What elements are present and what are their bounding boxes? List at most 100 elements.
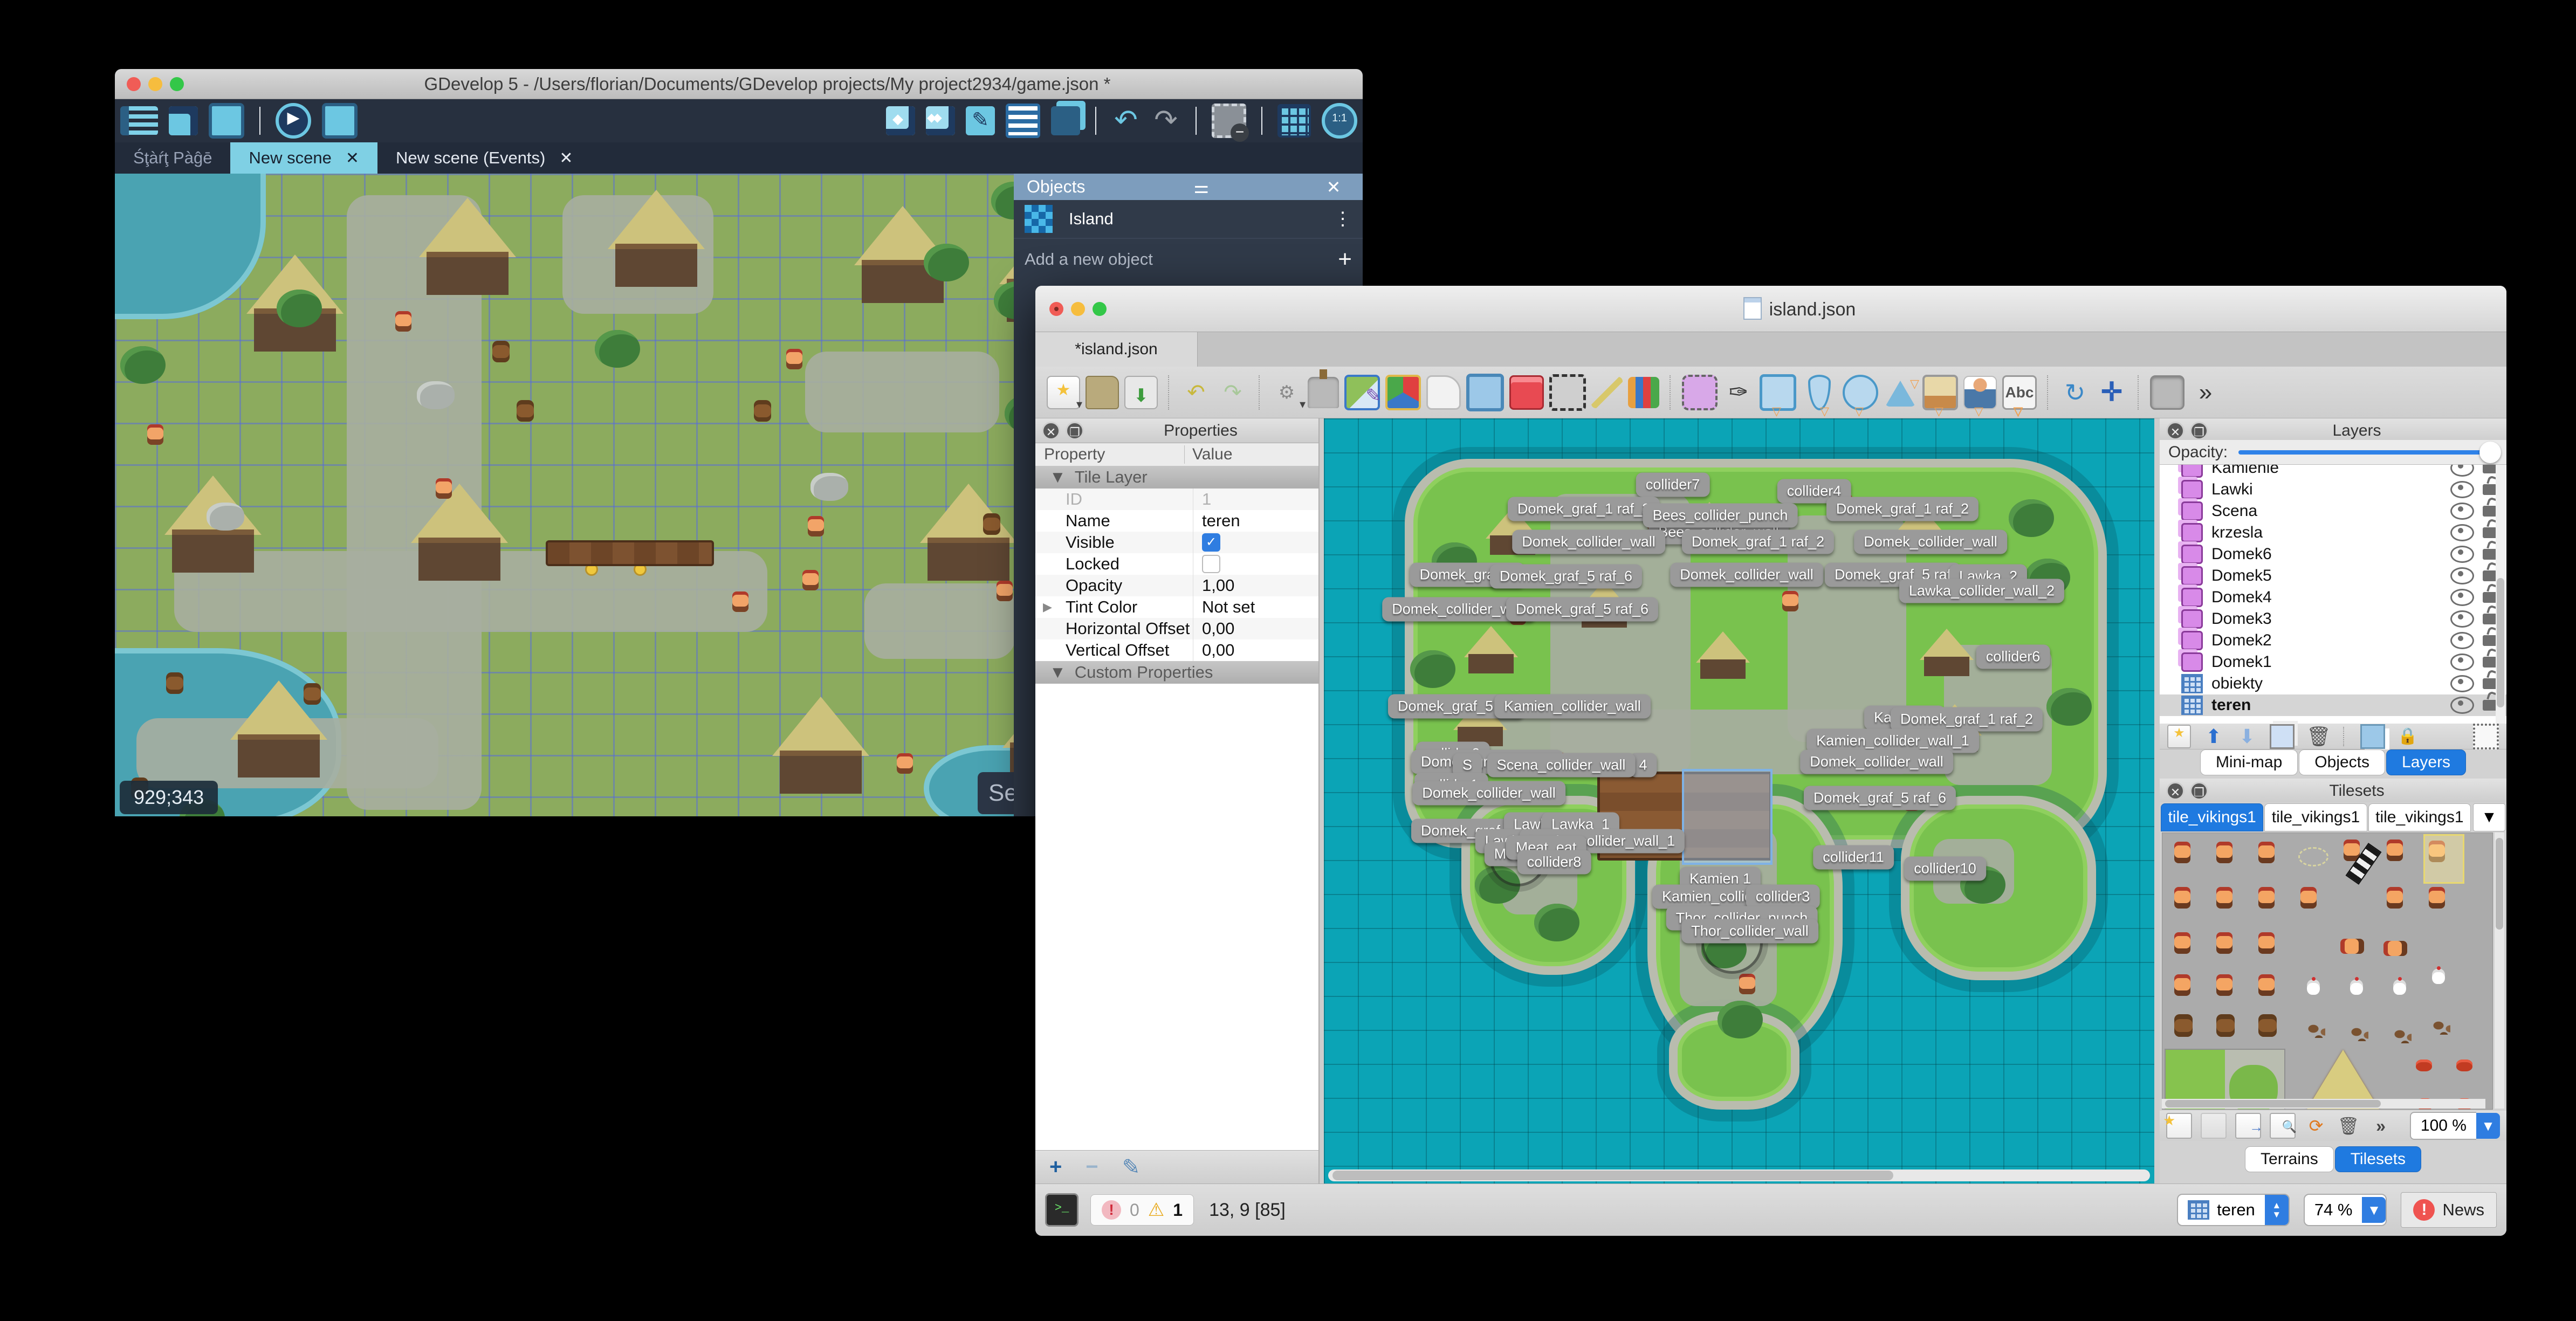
insert-point-icon[interactable]: ▽: [1808, 374, 1831, 417]
tileset-sprite-lying[interactable]: [2383, 941, 2407, 956]
dock-tab-objects[interactable]: Objects: [2299, 749, 2386, 775]
add-property-icon[interactable]: +: [1049, 1155, 1062, 1179]
unlocked-padlock-icon[interactable]: [2483, 635, 2497, 646]
zoom-button[interactable]: [1093, 301, 1107, 316]
gdevelop-titlebar[interactable]: GDevelop 5 - /Users/florian/Documents/GD…: [115, 69, 1363, 99]
tileset-sprite-barrel[interactable]: [2258, 1014, 2277, 1037]
object-list-item[interactable]: Island ⋮: [1014, 200, 1363, 239]
tab-new-scene-events-[interactable]: New scene (Events) ✕: [377, 142, 592, 174]
instances-list-icon[interactable]: [1006, 104, 1040, 138]
unlocked-padlock-icon[interactable]: [2483, 657, 2497, 668]
insert-polygon-icon[interactable]: ▽: [1885, 378, 1919, 407]
property-value[interactable]: ✓: [1193, 532, 1318, 553]
tileset-sprite-viking[interactable]: [2387, 840, 2403, 861]
insert-tile-icon[interactable]: ▽: [1922, 374, 1958, 417]
move-layer-icon[interactable]: ✛: [2096, 377, 2127, 408]
dock-tab-mini-map[interactable]: Mini-map: [2200, 749, 2298, 775]
map-hscrollbar[interactable]: [1328, 1169, 2150, 1181]
property-value[interactable]: 0,00: [1193, 639, 1318, 661]
lock-layers-icon[interactable]: 🔒: [2397, 726, 2419, 747]
grid-icon[interactable]: [1277, 104, 1311, 137]
edit-tileset-icon[interactable]: [2270, 1113, 2297, 1139]
tileset-sprite-viking[interactable]: [2300, 887, 2317, 909]
bucket-fill-icon[interactable]: [1426, 375, 1461, 410]
bottom-tab-tilesets[interactable]: Tilesets: [2334, 1146, 2421, 1172]
tileset-sprite-viking[interactable]: [2174, 932, 2190, 954]
layer-row-domek6[interactable]: Domek6: [2160, 543, 2506, 565]
close-button[interactable]: [127, 77, 141, 91]
property-value[interactable]: 1: [1193, 489, 1318, 510]
chevron-down-icon[interactable]: ▼: [2362, 1197, 2386, 1223]
lower-layer-icon[interactable]: ⬇: [2236, 725, 2258, 747]
layer-row-scena[interactable]: Scena: [2160, 500, 2506, 522]
tiled-titlebar[interactable]: island.json: [1035, 286, 2506, 332]
panel-close-icon[interactable]: ✕: [2166, 421, 2185, 440]
tileset-sprite-viking[interactable]: [2258, 974, 2275, 996]
tool-dropdown-arrow-icon[interactable]: ▽: [1974, 405, 1983, 417]
redo-icon[interactable]: ↷: [1151, 106, 1180, 135]
bottom-tab-terrains[interactable]: Terrains: [2245, 1146, 2334, 1172]
visibility-eye-icon[interactable]: [2450, 465, 2474, 477]
dropdown-arrow-icon[interactable]: ▾: [1076, 398, 1082, 410]
layer-row-domek3[interactable]: Domek3: [2160, 608, 2506, 630]
visibility-eye-icon[interactable]: [2450, 632, 2474, 649]
tileset-sprite-chicken[interactable]: [2393, 977, 2406, 995]
tileset-hscrollbar-thumb[interactable]: [2165, 1100, 2381, 1107]
zoom-button[interactable]: [170, 77, 184, 91]
tileset-vscrollbar-thumb[interactable]: [2496, 838, 2503, 930]
property-row-name[interactable]: Name teren: [1035, 510, 1318, 532]
tool-dropdown-arrow-icon[interactable]: ▽: [1854, 405, 1864, 417]
console-icon[interactable]: >_: [1045, 1193, 1079, 1227]
tileset-sprite-debris[interactable]: [2345, 1023, 2368, 1041]
tab-new-scene[interactable]: New scene ✕: [230, 142, 377, 174]
unlocked-padlock-icon[interactable]: [2483, 465, 2497, 473]
undo-icon[interactable]: ↶: [1111, 106, 1141, 135]
shape-fill-icon[interactable]: [1385, 374, 1421, 410]
panel-float-icon[interactable]: ❐: [1066, 421, 1084, 440]
tool-dropdown-arrow-icon[interactable]: ▽: [1910, 378, 1919, 390]
tileset-tab-1[interactable]: tile_vikings1: [2264, 803, 2367, 831]
export-tileset-icon[interactable]: [2235, 1113, 2263, 1139]
new-layer-icon[interactable]: [2167, 723, 2191, 748]
delete-tileset-icon[interactable]: 🗑: [2337, 1114, 2360, 1138]
tool-dropdown-arrow-icon[interactable]: ▽: [1772, 405, 1781, 417]
unlocked-padlock-icon[interactable]: [2483, 527, 2497, 538]
delete-layer-icon[interactable]: 🗑: [2306, 725, 2331, 747]
visibility-eye-icon[interactable]: [2450, 481, 2474, 498]
insert-template-icon[interactable]: ▽: [1963, 375, 1997, 417]
visibility-eye-icon[interactable]: [2450, 675, 2474, 692]
unlocked-padlock-icon[interactable]: [2483, 614, 2497, 624]
tileset-tab-0[interactable]: tile_vikings1: [2161, 803, 2264, 831]
checkbox-checked-icon[interactable]: ✓: [1202, 533, 1220, 552]
tool-dropdown-arrow-icon[interactable]: ▽: [2014, 405, 2023, 417]
visibility-eye-icon[interactable]: [2450, 610, 2474, 628]
edit-properties-icon[interactable]: ✎: [966, 106, 995, 135]
tileset-vscrollbar[interactable]: [2495, 832, 2504, 1109]
refresh-tileset-icon[interactable]: ⟳: [2304, 1114, 2328, 1138]
embed-tileset-icon[interactable]: [2201, 1113, 2227, 1139]
add-object-icon[interactable]: [886, 106, 915, 135]
layer-row-kamienie[interactable]: Kamienie: [2160, 465, 2506, 479]
tileset-sprite-barrel[interactable]: [2216, 1014, 2235, 1037]
tileset-sprite-debris[interactable]: [2427, 1016, 2450, 1035]
panel-float-icon[interactable]: ❐: [2190, 421, 2208, 440]
layers-scrollbar-thumb[interactable]: [2497, 578, 2504, 707]
unlocked-padlock-icon[interactable]: [2483, 484, 2497, 495]
random-mode-icon[interactable]: [2150, 375, 2185, 410]
visibility-eye-icon[interactable]: [2450, 546, 2474, 563]
visibility-eye-icon[interactable]: [2450, 567, 2474, 584]
property-value[interactable]: 1,00: [1193, 575, 1318, 596]
debug-preview-icon[interactable]: [322, 103, 358, 139]
minimize-button[interactable]: [148, 77, 162, 91]
tileset-hscrollbar[interactable]: [2162, 1099, 2485, 1109]
tileset-sprite-crab[interactable]: [2416, 1059, 2432, 1071]
tileset-sprite-viking[interactable]: [2216, 887, 2232, 909]
property-row-locked[interactable]: Locked: [1035, 553, 1318, 575]
property-group-custom[interactable]: ▼ Custom Properties: [1035, 661, 1318, 684]
eraser-icon[interactable]: [1509, 375, 1544, 410]
visibility-eye-icon[interactable]: [2450, 697, 2474, 714]
checkbox-unchecked-icon[interactable]: [1202, 555, 1220, 573]
property-value[interactable]: teren: [1193, 510, 1318, 532]
current-layer-combo[interactable]: teren ▲ ▼: [2177, 1194, 2290, 1226]
overflow-icon[interactable]: »: [2369, 1114, 2393, 1138]
